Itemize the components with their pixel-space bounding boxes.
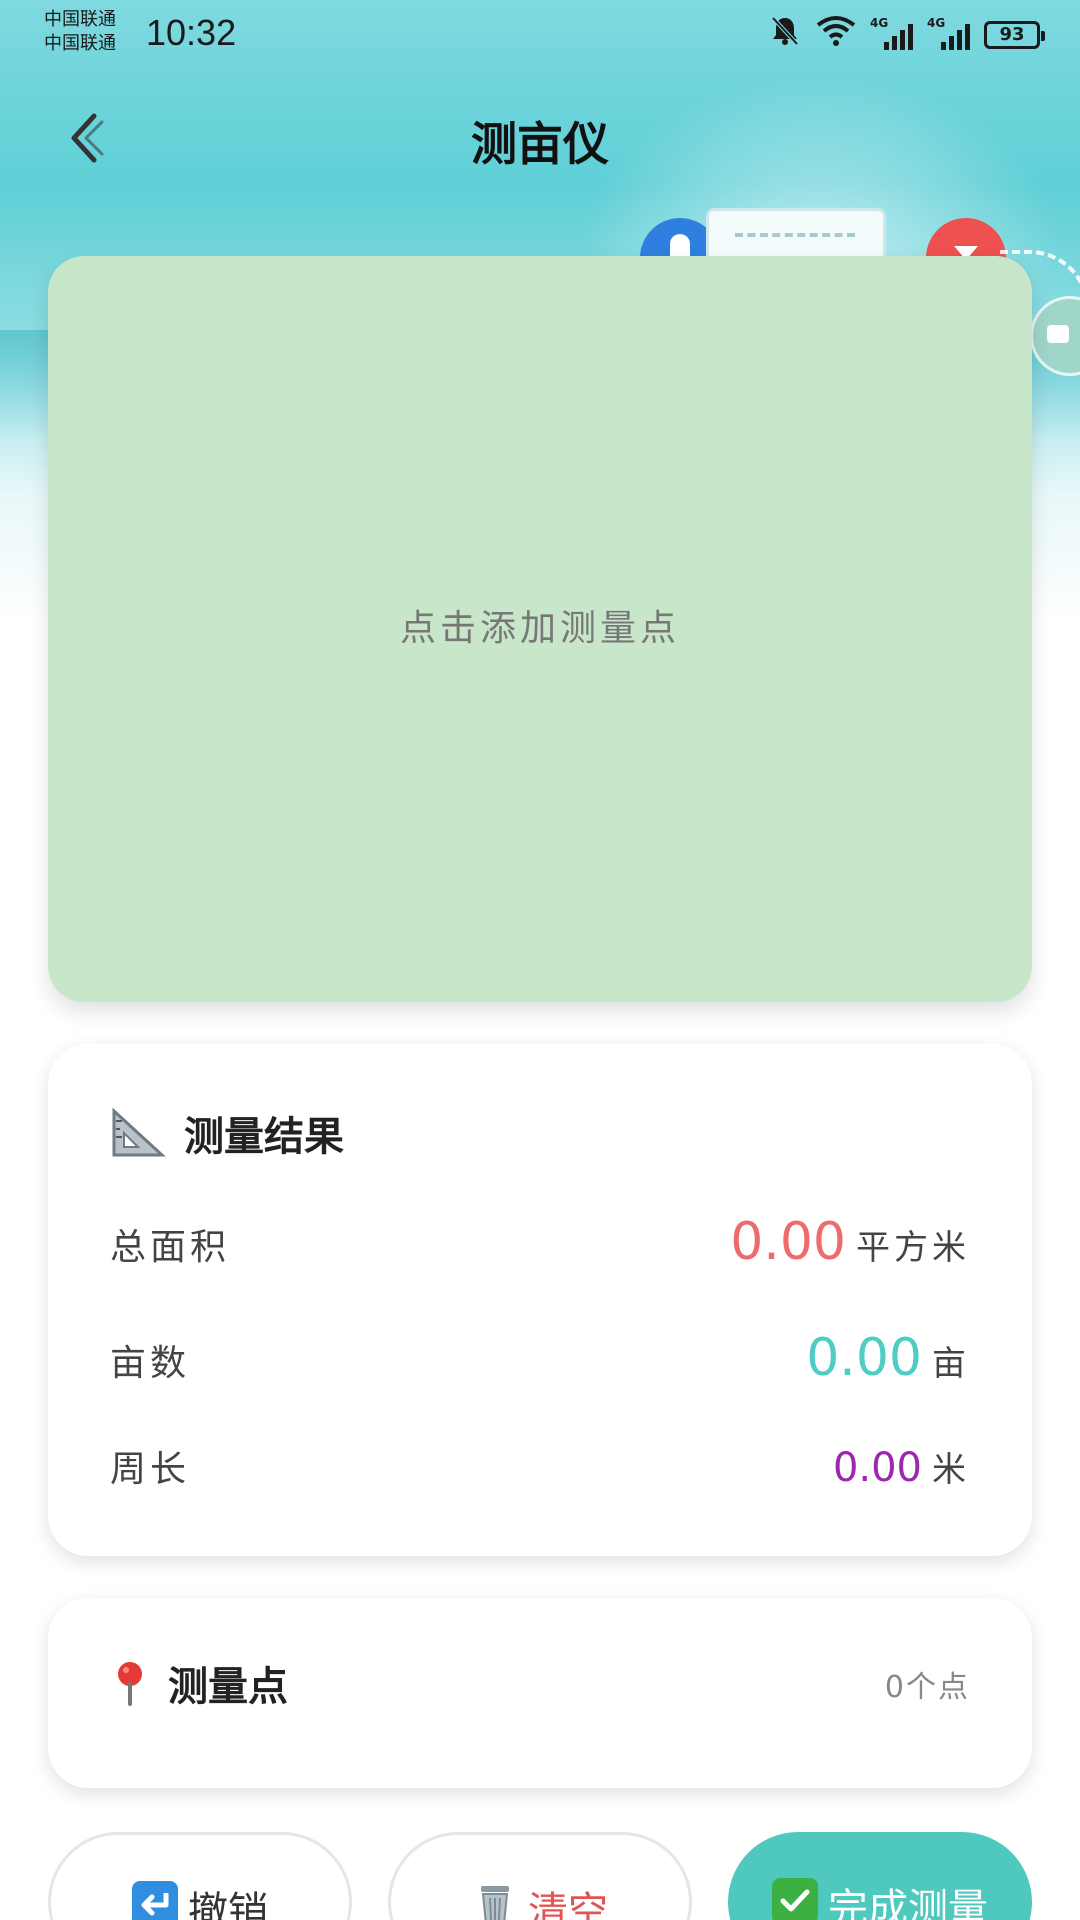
points-title: 测量点 [168,1663,288,1710]
wifi-icon [816,15,856,55]
network-type-label: 4G [927,16,946,30]
perimeter-value-group: 0.00 米 [833,1442,970,1491]
carrier-info: 中国联通 中国联通 [44,8,116,56]
canvas-hint: 点击添加测量点 [399,608,680,649]
clear-button[interactable]: 清空 [388,1832,692,1920]
battery-icon: 93 [984,21,1045,49]
pin-icon [118,1662,142,1706]
perimeter-unit: 米 [932,1450,970,1490]
clear-label: 清空 [528,1889,608,1920]
status-bar: 中国联通 中国联通 10:32 4G 4G 93 [0,0,1080,68]
measure-canvas[interactable]: 点击添加测量点 [48,256,1032,1002]
area-value: 0.00 [730,1212,846,1272]
points-count: 0个点 [884,1670,970,1705]
bell-muted-icon [768,14,802,56]
triangle-ruler-icon [112,1107,166,1157]
points-header: 测量点 [110,1654,288,1712]
finish-measure-button[interactable]: 完成测量 [728,1832,1032,1920]
perimeter-value: 0.00 [832,1445,922,1491]
area-row: 总面积 0.00 平方米 [110,1212,970,1272]
page-title: 测亩仪 [471,117,609,171]
carrier-name: 中国联通 [44,33,116,54]
results-card: 测量结果 总面积 0.00 平方米 亩数 0.00 亩 周长 0.00 米 [48,1044,1032,1556]
area-value-group: 0.00 平方米 [730,1212,970,1272]
mu-unit: 亩 [932,1344,970,1384]
perimeter-label: 周长 [110,1449,191,1490]
results-header: 测量结果 [110,1104,344,1162]
status-time: 10:32 [146,12,237,53]
status-icons: 4G 4G 93 [768,14,1045,56]
undo-arrow-icon [132,1881,178,1920]
mu-row: 亩数 0.00 亩 [110,1328,970,1388]
network-type-label: 4G [870,16,889,30]
trash-icon [472,1881,518,1920]
mu-label: 亩数 [110,1343,191,1384]
app-screen: 中国联通 中国联通 10:32 4G 4G 93 测亩仪 点击添加测量点 测量结… [0,0,1080,1920]
area-unit: 平方米 [856,1228,970,1268]
signal-strength-icon: 4G [870,16,913,50]
mu-value: 0.00 [806,1328,922,1388]
check-box-icon [772,1878,818,1920]
signal-strength-icon: 4G [927,16,970,50]
perimeter-row: 周长 0.00 米 [110,1440,970,1492]
undo-button[interactable]: 撤销 [48,1832,352,1920]
points-card: 测量点 0个点 [48,1598,1032,1788]
finish-label: 完成测量 [828,1886,988,1920]
results-title: 测量结果 [184,1113,344,1160]
area-label: 总面积 [110,1227,231,1268]
carrier-name: 中国联通 [44,9,116,30]
undo-label: 撤销 [188,1889,268,1920]
mu-value-group: 0.00 亩 [806,1328,970,1388]
